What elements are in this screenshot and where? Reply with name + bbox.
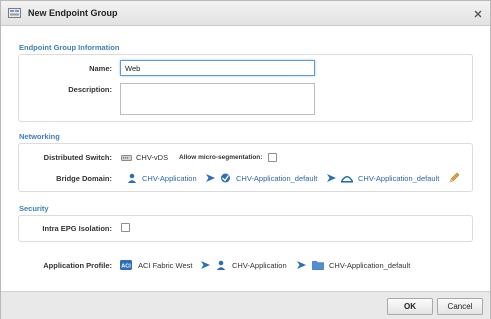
- arrow-right-icon: [297, 261, 306, 269]
- section-header-info: Endpoint Group Information: [19, 43, 120, 52]
- description-textarea[interactable]: [120, 83, 315, 115]
- bridge-domain-bd-link[interactable]: CHV-Application_default: [358, 174, 439, 183]
- dialog-footer: OK Cancel: [1, 291, 490, 319]
- intra-epg-isolation-checkbox[interactable]: [121, 223, 130, 232]
- new-endpoint-group-dialog: New Endpoint Group Endpoint Group Inform…: [0, 0, 491, 319]
- application-profile-label: Application Profile:: [43, 261, 112, 270]
- edit-pencil-icon[interactable]: [449, 172, 460, 183]
- bridge-domain-label: Bridge Domain:: [56, 174, 112, 183]
- networking-group-box: [18, 143, 473, 192]
- description-label: Description:: [68, 85, 112, 94]
- endpoint-group-icon: [8, 8, 21, 18]
- switch-icon: [121, 155, 132, 161]
- application-profile-tenant: CHV-Application: [232, 261, 287, 270]
- application-profile-fabric: ACI Fabric West: [138, 261, 193, 270]
- close-button[interactable]: [470, 6, 485, 21]
- cancel-button[interactable]: Cancel: [437, 298, 483, 315]
- title-bar: New Endpoint Group: [1, 1, 490, 26]
- application-profile-profile: CHV-Application_default: [329, 261, 411, 270]
- arrow-right-icon: [327, 174, 336, 182]
- tenant-icon: [127, 173, 137, 183]
- arrow-right-icon: [206, 174, 215, 182]
- arrow-right-icon: [201, 261, 210, 269]
- bridge-domain-icon: [341, 175, 353, 183]
- dialog-title: New Endpoint Group: [28, 8, 118, 18]
- app-profile-icon: [312, 261, 324, 270]
- vrf-icon: [221, 173, 230, 183]
- bridge-domain-tenant-link[interactable]: CHV-Application: [142, 174, 197, 183]
- distributed-switch-label: Distributed Switch:: [43, 153, 112, 162]
- micro-segmentation-checkbox[interactable]: [268, 153, 277, 162]
- close-icon: [474, 10, 481, 17]
- bridge-domain-vrf-link[interactable]: CHV-Application_default: [236, 174, 317, 183]
- ok-button[interactable]: OK: [387, 298, 433, 315]
- section-header-networking: Networking: [19, 132, 60, 141]
- intra-epg-isolation-label: Intra EPG Isolation:: [42, 224, 112, 233]
- distributed-switch-value: CHV-vDS: [136, 153, 169, 162]
- name-input[interactable]: [120, 60, 315, 76]
- name-label: Name:: [89, 64, 112, 73]
- micro-segmentation-label: Allow micro-segmentation:: [179, 154, 263, 161]
- svg-text:ACI: ACI: [121, 263, 131, 269]
- aci-fabric-icon: ACI: [120, 260, 132, 270]
- section-header-security: Security: [19, 204, 49, 213]
- tenant-icon: [216, 260, 226, 270]
